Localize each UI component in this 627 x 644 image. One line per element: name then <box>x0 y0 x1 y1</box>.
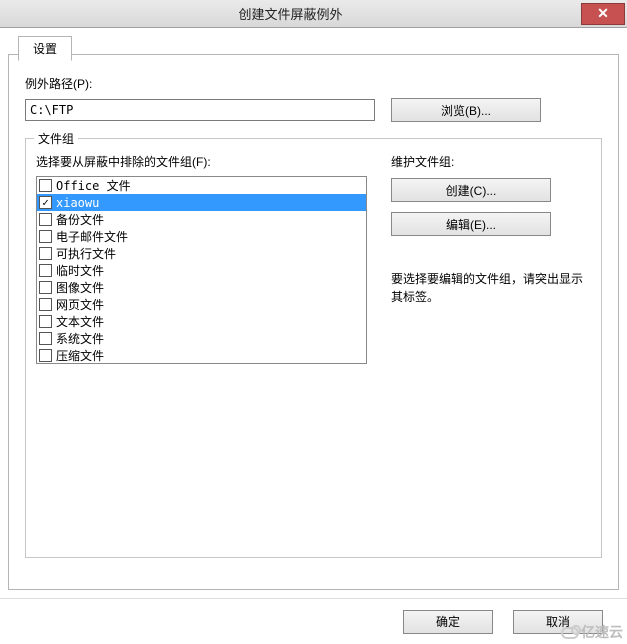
list-item[interactable]: 压缩文件 <box>37 347 366 364</box>
list-item[interactable]: ✓ xiaowu <box>37 194 366 211</box>
browse-button[interactable]: 浏览(B)... <box>391 98 541 122</box>
checkbox-icon[interactable] <box>39 179 52 192</box>
checkbox-icon[interactable] <box>39 332 52 345</box>
list-item-label: 图像文件 <box>56 279 104 296</box>
checkbox-icon[interactable] <box>39 264 52 277</box>
checkbox-icon[interactable] <box>39 230 52 243</box>
list-item[interactable]: 电子邮件文件 <box>37 228 366 245</box>
list-item[interactable]: 网页文件 <box>37 296 366 313</box>
checkbox-icon[interactable] <box>39 281 52 294</box>
checkbox-icon[interactable] <box>39 349 52 362</box>
list-item[interactable]: 备份文件 <box>37 211 366 228</box>
list-label: 选择要从屏蔽中排除的文件组(F): <box>36 153 367 170</box>
group-title: 文件组 <box>34 130 78 147</box>
ok-button[interactable]: 确定 <box>403 610 493 634</box>
file-group-box: 文件组 选择要从屏蔽中排除的文件组(F): Office 文件✓xiaowu备份… <box>25 138 602 558</box>
list-item-label: 压缩文件 <box>56 347 104 364</box>
list-item-label: 系统文件 <box>56 330 104 347</box>
list-item[interactable]: 可执行文件 <box>37 245 366 262</box>
dialog-footer: 确定 取消 <box>0 598 627 644</box>
list-item-label: 网页文件 <box>56 296 104 313</box>
path-label: 例外路径(P): <box>25 75 602 92</box>
list-item[interactable]: 临时文件 <box>37 262 366 279</box>
list-item-label: 文本文件 <box>56 313 104 330</box>
list-item[interactable]: 图像文件 <box>37 279 366 296</box>
list-item-label: Office 文件 <box>56 177 131 194</box>
dialog-body: 例外路径(P): 浏览(B)... 文件组 选择要从屏蔽中排除的文件组(F): … <box>8 54 619 590</box>
tab-settings[interactable]: 设置 <box>18 36 72 61</box>
hint-text: 要选择要编辑的文件组，请突出显示其标签。 <box>391 270 591 306</box>
file-group-list[interactable]: Office 文件 ✓ xiaowu备份文件电子邮件文件可执行文件临时文件图像文件网… <box>36 176 367 364</box>
checkbox-icon[interactable] <box>39 247 52 260</box>
list-item-label: 电子邮件文件 <box>56 228 128 245</box>
window-title: 创建文件屏蔽例外 <box>0 4 581 23</box>
titlebar: 创建文件屏蔽例外 ✕ <box>0 0 627 28</box>
close-icon: ✕ <box>597 5 609 22</box>
checkbox-icon[interactable]: ✓ <box>39 196 52 209</box>
cancel-button[interactable]: 取消 <box>513 610 603 634</box>
maintain-label: 维护文件组: <box>391 153 591 170</box>
edit-button[interactable]: 编辑(E)... <box>391 212 551 236</box>
checkbox-icon[interactable] <box>39 298 52 311</box>
list-item[interactable]: 系统文件 <box>37 330 366 347</box>
list-item-label: 可执行文件 <box>56 245 116 262</box>
list-item-label: 备份文件 <box>56 211 104 228</box>
checkbox-icon[interactable] <box>39 315 52 328</box>
list-item-label: xiaowu <box>56 196 99 210</box>
create-button[interactable]: 创建(C)... <box>391 178 551 202</box>
checkbox-icon[interactable] <box>39 213 52 226</box>
close-button[interactable]: ✕ <box>581 3 625 25</box>
list-item-label: 临时文件 <box>56 262 104 279</box>
path-input[interactable] <box>25 99 375 121</box>
list-item[interactable]: 文本文件 <box>37 313 366 330</box>
list-item[interactable]: Office 文件 <box>37 177 366 194</box>
